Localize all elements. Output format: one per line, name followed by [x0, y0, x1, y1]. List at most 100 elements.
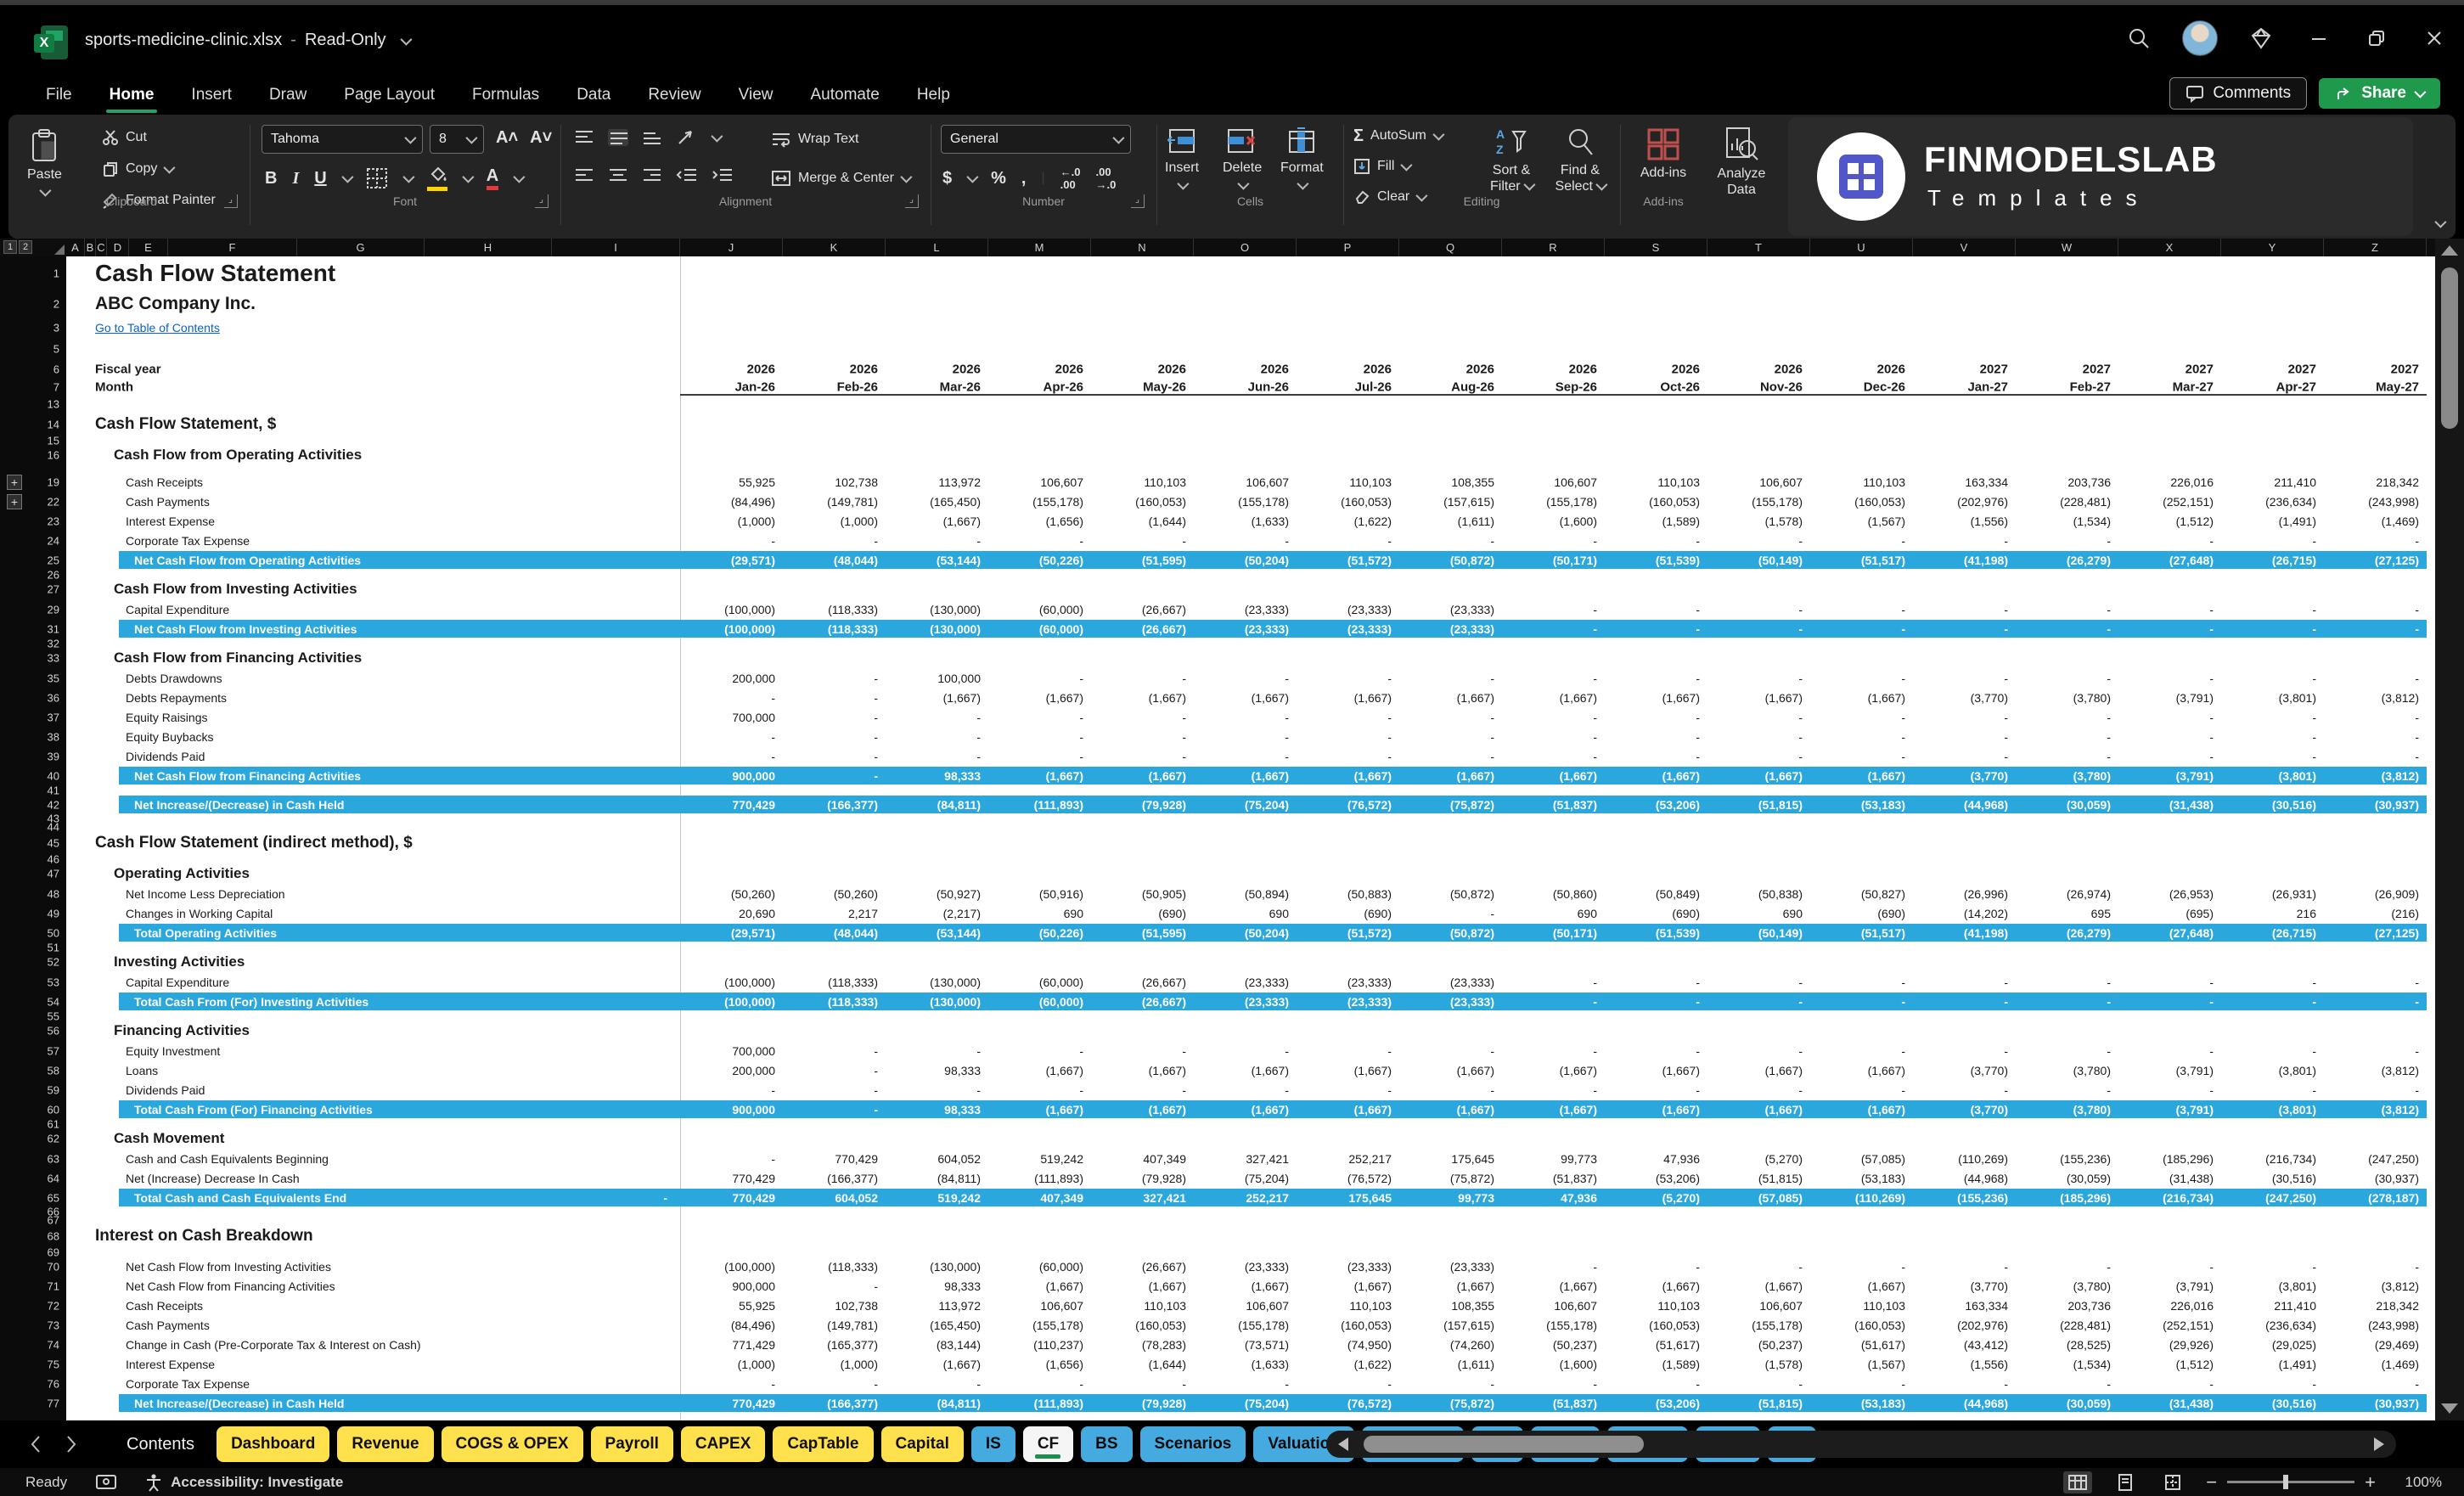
sheet-tab-scenarios[interactable]: Scenarios — [1140, 1426, 1246, 1462]
cell[interactable]: - — [2324, 1260, 2427, 1274]
cell[interactable]: 211,410 — [2221, 1299, 2324, 1313]
cell[interactable]: (1,667) — [1399, 1279, 1502, 1293]
column-header-W[interactable]: W — [2016, 239, 2118, 256]
menu-review[interactable]: Review — [633, 79, 716, 111]
scroll-right-arrow[interactable] — [2374, 1437, 2384, 1451]
cell[interactable]: (1,667) — [1091, 691, 1194, 705]
font-name-select[interactable]: Tahoma — [262, 125, 423, 154]
cell[interactable]: (27,648) — [2118, 926, 2221, 940]
cell[interactable]: 690 — [988, 907, 1091, 920]
cell[interactable]: (26,715) — [2221, 554, 2324, 567]
cell[interactable]: 110,103 — [1091, 1299, 1194, 1313]
cell[interactable]: (149,781) — [783, 495, 886, 509]
collapse-ribbon-chevron-icon[interactable] — [2435, 217, 2444, 232]
sheet-tab-dashboard[interactable]: Dashboard — [217, 1426, 329, 1462]
chevron-down-icon[interactable] — [400, 34, 412, 46]
cell[interactable]: (23,333) — [1399, 976, 1502, 989]
comments-button[interactable]: Comments — [2169, 77, 2307, 110]
row-label[interactable]: Cash Payments — [126, 495, 210, 509]
cell[interactable]: - — [1502, 995, 1605, 1009]
zoom-out-button[interactable]: − — [2206, 1471, 2217, 1493]
row-label[interactable]: Corporate Tax Expense — [126, 534, 250, 548]
cell[interactable]: (29,571) — [680, 926, 783, 940]
merge-center-button[interactable]: Merge & Center — [771, 166, 909, 191]
column-header-A[interactable]: A — [66, 239, 85, 256]
cell[interactable]: (165,377) — [783, 1338, 886, 1352]
cell[interactable]: (155,236) — [1913, 1191, 2016, 1205]
cell[interactable]: (14,202) — [1913, 907, 2016, 920]
cell[interactable]: (23,333) — [1399, 995, 1502, 1009]
cell[interactable]: - — [1707, 672, 1810, 685]
cell[interactable]: 770,429 — [783, 1152, 886, 1166]
underline-button[interactable]: U — [314, 169, 326, 188]
cell[interactable]: 216 — [2221, 907, 2324, 920]
outline-level-2-button[interactable]: 2 — [19, 240, 32, 254]
page-break-view-button[interactable] — [2158, 1471, 2187, 1493]
menu-insert[interactable]: Insert — [176, 79, 247, 111]
cell[interactable]: - — [1091, 1044, 1194, 1058]
cell[interactable]: (75,872) — [1399, 1172, 1502, 1185]
cell[interactable]: (130,000) — [886, 603, 988, 616]
row-label[interactable]: Net Increase/(Decrease) in Cash Held — [134, 798, 344, 812]
cell[interactable]: - — [1091, 711, 1194, 724]
cell[interactable]: - — [783, 534, 886, 548]
row-number[interactable]: 65 — [36, 1191, 59, 1204]
row-number[interactable]: 22 — [36, 495, 59, 508]
column-header-K[interactable]: K — [783, 239, 886, 256]
cell[interactable]: (53,183) — [1810, 1397, 1913, 1410]
chevron-down-icon[interactable] — [462, 172, 474, 183]
cell[interactable]: (75,204) — [1194, 798, 1297, 812]
cell[interactable]: (3,812) — [2324, 1279, 2427, 1293]
cell[interactable]: (155,178) — [988, 495, 1091, 509]
cell[interactable]: (160,053) — [1297, 495, 1399, 509]
cell[interactable]: (3,780) — [2016, 769, 2118, 783]
row-label[interactable]: Net Cash Flow from Investing Activities — [134, 622, 357, 636]
cell[interactable]: (50,916) — [988, 887, 1091, 901]
cell[interactable]: (23,333) — [1194, 1260, 1297, 1274]
cell[interactable]: 106,607 — [1502, 1299, 1605, 1313]
cell[interactable]: 47,936 — [1502, 1191, 1605, 1205]
cell[interactable]: - — [2016, 603, 2118, 616]
menu-help[interactable]: Help — [902, 79, 965, 111]
chevron-down-icon[interactable] — [341, 172, 353, 183]
cell[interactable]: (26,667) — [1091, 976, 1194, 989]
cell[interactable]: - — [1297, 1083, 1399, 1097]
cell[interactable]: - — [2324, 1377, 2427, 1391]
bold-button[interactable]: B — [265, 169, 277, 188]
cell[interactable]: (1,667) — [1502, 1103, 1605, 1116]
cell[interactable]: (155,178) — [1194, 1319, 1297, 1332]
cell[interactable]: (3,791) — [2118, 769, 2221, 783]
row-number[interactable]: 63 — [36, 1152, 59, 1165]
cell[interactable]: (50,838) — [1707, 887, 1810, 901]
cell[interactable]: (3,780) — [2016, 1103, 2118, 1116]
cell[interactable]: - — [2324, 711, 2427, 724]
cell[interactable]: - — [988, 534, 1091, 548]
cell[interactable]: - — [2016, 622, 2118, 636]
cell[interactable]: 98,333 — [886, 1279, 988, 1293]
cell[interactable]: - — [783, 730, 886, 744]
cell[interactable]: (50,905) — [1091, 887, 1194, 901]
cell[interactable]: (1,667) — [1297, 691, 1399, 705]
cell[interactable]: 407,349 — [1091, 1152, 1194, 1166]
cell[interactable]: - — [1707, 534, 1810, 548]
cell[interactable]: (690) — [1605, 907, 1707, 920]
cell[interactable]: (1,667) — [1605, 1103, 1707, 1116]
cell[interactable]: 110,103 — [1091, 475, 1194, 489]
row-number[interactable]: 27 — [36, 583, 59, 596]
vertical-scroll-thumb[interactable] — [2441, 267, 2458, 429]
cell[interactable]: - — [2118, 622, 2221, 636]
cell[interactable]: (155,178) — [988, 1319, 1091, 1332]
cell[interactable]: (165,450) — [886, 495, 988, 509]
cell[interactable]: (228,481) — [2016, 495, 2118, 509]
cell[interactable]: - — [1605, 995, 1707, 1009]
read-only-label[interactable]: Read-Only — [305, 31, 386, 49]
column-header-Y[interactable]: Y — [2221, 239, 2324, 256]
cell[interactable]: (1,667) — [988, 691, 1091, 705]
cell[interactable]: (75,872) — [1399, 798, 1502, 812]
cell[interactable]: (1,534) — [2016, 1358, 2118, 1371]
cell[interactable]: - — [1194, 672, 1297, 685]
row-number[interactable]: 53 — [36, 976, 59, 988]
cell[interactable]: (44,968) — [1913, 1397, 2016, 1410]
zoom-slider[interactable]: − + — [2206, 1471, 2376, 1493]
cell[interactable]: 106,607 — [1502, 475, 1605, 489]
